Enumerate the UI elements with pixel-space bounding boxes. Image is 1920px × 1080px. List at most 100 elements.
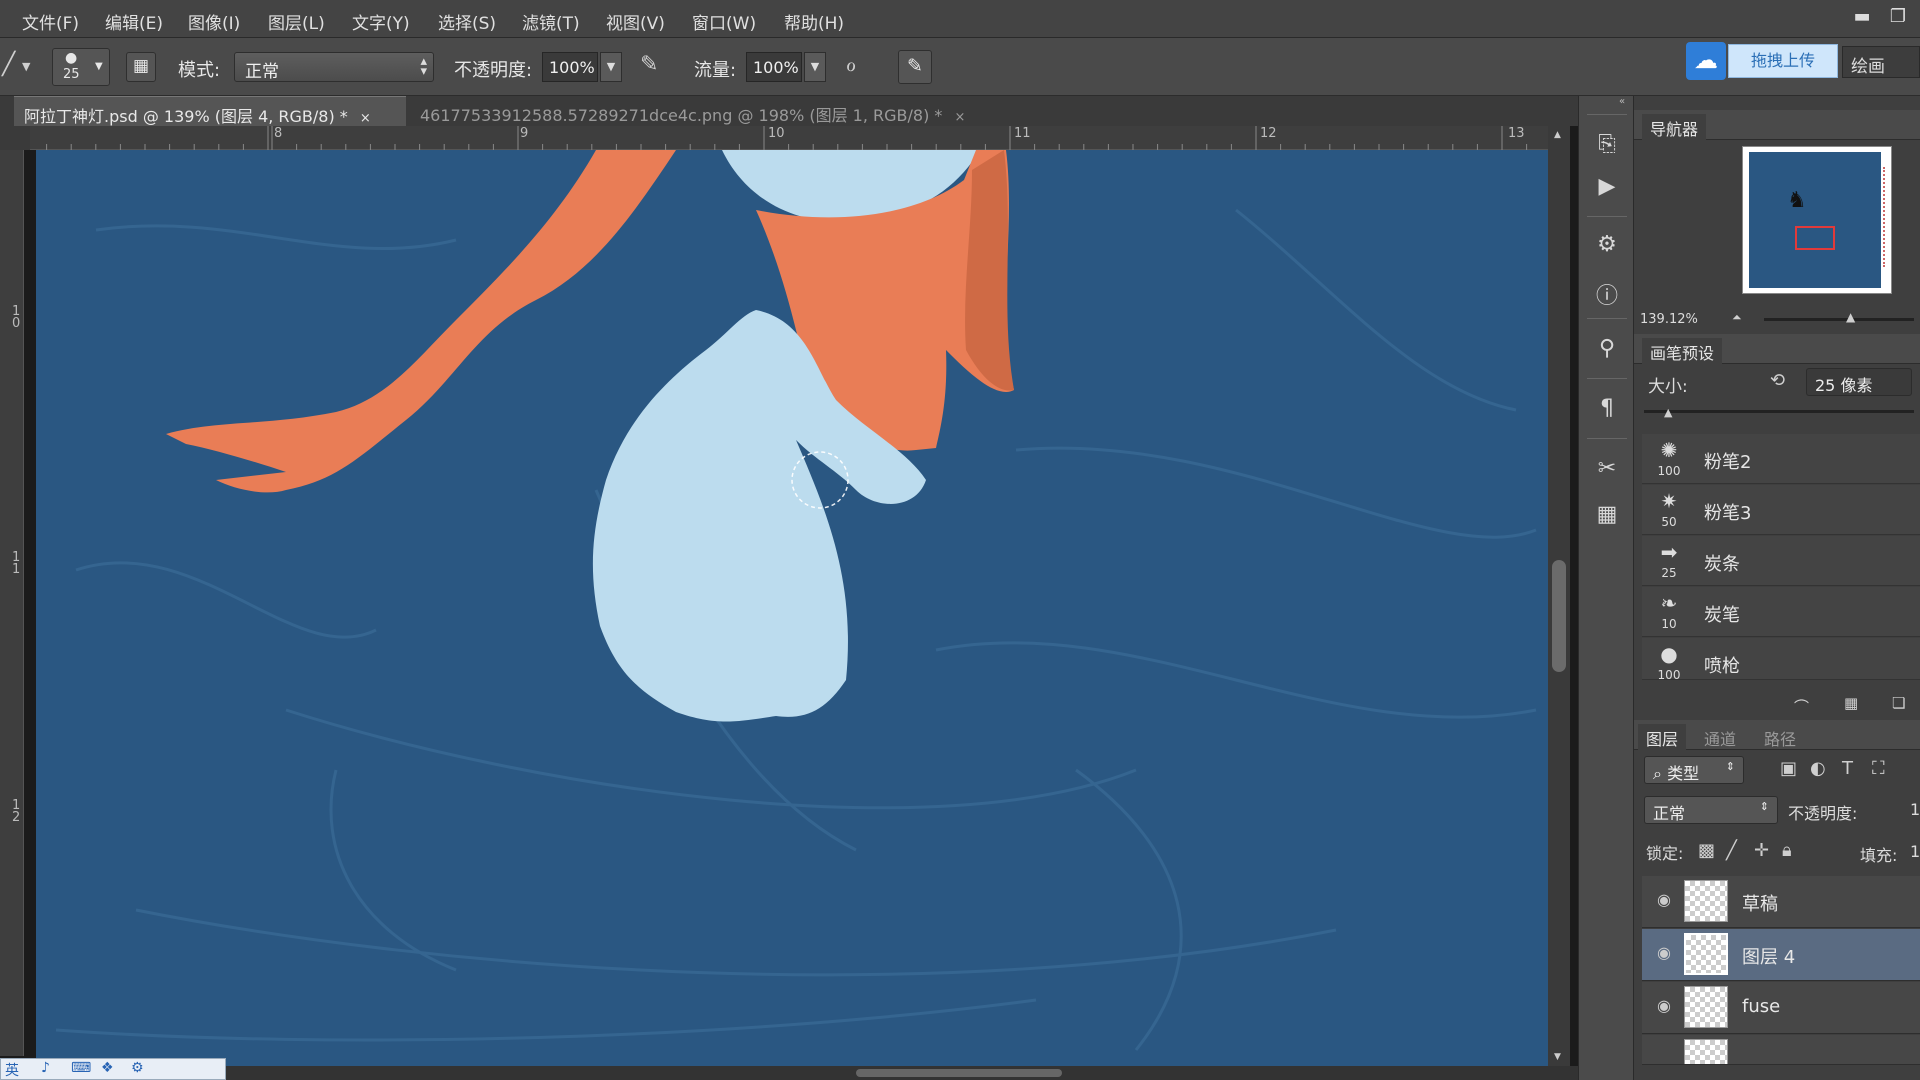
timeline-icon[interactable]: ▦ [1593,502,1621,530]
tab-navigator[interactable]: 导航器 [1642,114,1707,142]
tab-paths[interactable]: 路径 [1756,724,1804,752]
type-filter-icon[interactable]: T [1842,758,1853,779]
navigator-thumbnail[interactable]: ♞ [1742,146,1892,294]
menu-window[interactable]: 窗口(W) [692,9,756,34]
tab-channels[interactable]: 通道 [1696,724,1744,752]
actions-play-icon[interactable]: ▶ [1593,174,1621,202]
menu-edit[interactable]: 编辑(E) [105,9,163,34]
reset-icon[interactable]: ⟲ [1770,370,1785,391]
tab-aladdin-psd[interactable]: 阿拉丁神灯.psd @ 139% (图层 4, RGB/8) * × [14,96,406,126]
lock-transparency-icon[interactable]: ▩ [1698,840,1715,861]
scroll-up-icon[interactable]: ▲ [1554,130,1561,140]
adjustment-filter-icon[interactable]: ◐ [1810,758,1826,779]
lock-brush-icon[interactable]: ╱ [1726,840,1737,861]
layer-row[interactable] [1642,1035,1920,1065]
brush-tool-icon[interactable]: ╱ [2,52,15,77]
mode-label: 模式: [178,60,221,81]
airbrush-icon[interactable]: ℴ [846,52,856,77]
history-icon[interactable]: ⎘ [1593,132,1621,160]
visibility-eye-icon[interactable]: ◉ [1652,996,1676,1016]
scroll-thumb[interactable] [1552,560,1566,672]
close-icon[interactable]: × [954,110,965,125]
layer-row[interactable]: ◉ 草稿 [1642,876,1920,928]
new-preset-icon[interactable]: ❏ [1892,694,1905,712]
menu-image[interactable]: 图像(I) [188,9,240,34]
fill-value[interactable]: 1 [1910,842,1920,861]
lock-move-icon[interactable]: ✛ [1754,840,1769,861]
drag-upload-button[interactable]: 拖拽上传 [1728,44,1838,78]
size-input[interactable]: 25 像素 [1806,368,1912,396]
settings-icon[interactable]: ⚙ [131,1060,144,1076]
document-canvas[interactable] [36,150,1548,1068]
navigator-viewbox[interactable] [1795,226,1835,250]
menu-view[interactable]: 视图(V) [606,9,665,34]
info-icon[interactable]: ⓘ [1593,278,1621,309]
horizontal-scrollbar[interactable] [0,1066,1578,1080]
close-icon[interactable]: × [360,111,371,126]
layers-header: 图层 通道 路径 [1634,720,1920,752]
brush-panel-icon[interactable]: ▦ [1844,694,1858,712]
scroll-thumb[interactable] [856,1069,1062,1077]
menu-select[interactable]: 选择(S) [438,9,496,34]
size-slider-handle[interactable]: ▲ [1664,406,1672,419]
lock-all-icon[interactable]: 🔒︎ [1782,840,1792,861]
zoom-slider-handle[interactable]: ▲ [1846,310,1855,324]
brush-preset-item[interactable]: ❧ 10 炭笔 [1642,587,1920,637]
paragraph-icon[interactable]: ¶ [1593,396,1621,424]
pixel-filter-icon[interactable]: ▣ [1780,758,1797,779]
brush-preset-item[interactable]: ➡ 25 炭条 [1642,536,1920,586]
tab-png-file[interactable]: 46177533912588.57289271dce4c.png @ 198% … [410,96,976,126]
menu-layer[interactable]: 图层(L) [268,9,325,34]
menu-filter[interactable]: 滤镜(T) [522,9,580,34]
restore-icon[interactable]: ❐ [1884,6,1912,30]
menu-help[interactable]: 帮助(H) [784,9,844,34]
tool-preset-caret-icon[interactable]: ▼ [22,60,30,73]
charcoal-stick-icon: ➡ [1660,540,1678,564]
brush-panel-toggle-icon[interactable]: ▦ [126,52,156,82]
brush-preset-item[interactable]: ✷ 50 粉笔3 [1642,485,1920,535]
layer-row[interactable]: ◉ fuse [1642,982,1920,1034]
skin-icon[interactable]: ❖ [101,1060,114,1076]
tab-layers[interactable]: 图层 [1638,724,1687,752]
cloud-icon[interactable]: ☁ [1686,42,1726,80]
brush-preset-item[interactable]: ✺ 100 粉笔2 [1642,434,1920,484]
zoom-out-icon[interactable]: ⏶ [1732,310,1742,325]
toggle-brush-icon[interactable]: ⌒ [1794,696,1809,717]
menu-type[interactable]: 文字(Y) [352,9,410,34]
tool-presets-icon[interactable]: ✂ [1593,456,1621,484]
menu-file[interactable]: 文件(F) [22,9,79,34]
collapse-icon[interactable]: « [1619,96,1625,107]
brush-preset-item[interactable]: ● 100 喷枪 [1642,638,1920,680]
draw-button[interactable]: 绘画 [1842,46,1920,78]
layer-row-selected[interactable]: ◉ 图层 4 [1642,929,1920,981]
blend-mode-select[interactable]: 正常 ⇕ [1644,796,1778,824]
shape-filter-icon[interactable]: ⛶ [1872,758,1885,779]
layer-opacity-value[interactable]: 1 [1910,800,1920,819]
opacity-caret-icon[interactable]: ▼ [600,52,622,82]
scroll-down-icon[interactable]: ▼ [1554,1052,1561,1062]
vertical-scrollbar[interactable]: ▲ ▼ [1548,126,1570,1068]
opacity-input[interactable]: 100% [542,52,598,82]
brush-size: 50 [1661,515,1677,529]
navigator-zoom[interactable]: 139.12% [1640,312,1698,327]
keyboard-icon[interactable]: ⌨ [71,1060,91,1076]
brush-preset-picker[interactable]: ● 25 ▼ [52,48,110,86]
mode-select[interactable]: 正常 ▴ ▾ [234,52,434,82]
pressure-opacity-icon[interactable]: ✎ [640,52,658,77]
ime-toolbar[interactable]: 英 ♪ ⌨ ❖ ⚙ [0,1058,226,1080]
visibility-eye-icon[interactable]: ◉ [1652,943,1676,963]
document-tab-bar: 阿拉丁神灯.psd @ 139% (图层 4, RGB/8) * × 461775… [0,96,1578,126]
pressure-size-icon[interactable]: ✎ [898,50,932,84]
flow-caret-icon[interactable]: ▼ [804,52,826,82]
ime-mode-icon[interactable]: 英 [5,1060,19,1080]
visibility-eye-icon[interactable]: ◉ [1652,890,1676,910]
zoom-slider-track[interactable] [1764,318,1914,321]
clone-source-icon[interactable]: ⚲ [1593,336,1621,364]
flow-input[interactable]: 100% [746,52,802,82]
microphone-icon[interactable]: ♪ [41,1060,50,1076]
tab-brush-presets[interactable]: 画笔预设 [1642,338,1723,366]
size-slider-track[interactable] [1644,410,1914,413]
layer-filter-select[interactable]: ⌕ 类型 ⇕ [1644,756,1744,784]
properties-icon[interactable]: ⚙ [1593,232,1621,260]
minimize-icon[interactable]: ▬ [1848,6,1876,30]
